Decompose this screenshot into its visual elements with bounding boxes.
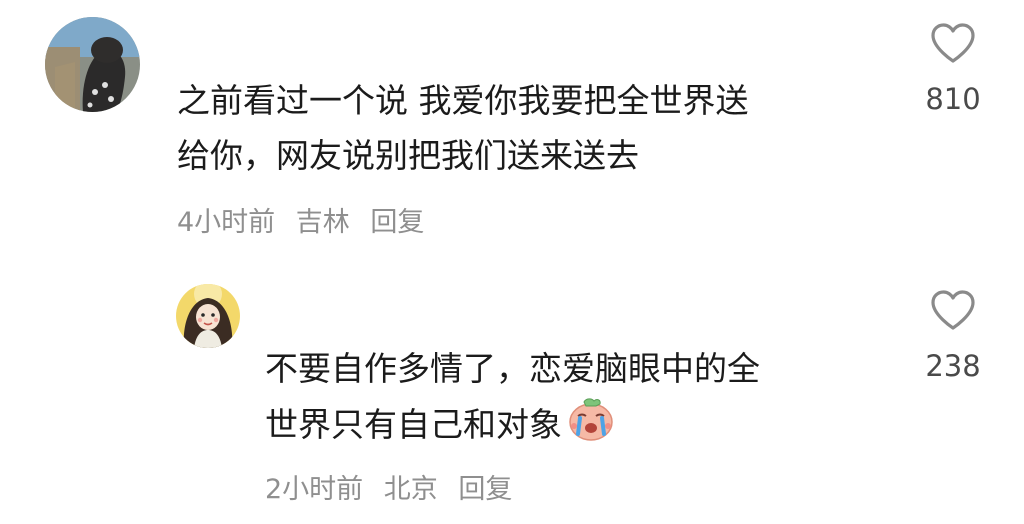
like-block: 238 — [908, 289, 998, 383]
comment-meta: 2小时前 北京 回复 — [265, 474, 524, 506]
heart-outline-icon[interactable] — [930, 22, 976, 64]
like-count: 238 — [925, 349, 981, 383]
comment-time: 4小时前 — [177, 207, 276, 238]
comment-text-line: 给你，网友说别把我们送来送去 — [177, 136, 639, 175]
comment-text-line-2: 世界只有自己和对象 — [265, 405, 562, 444]
like-count: 810 — [925, 82, 981, 116]
comment-text: 不要自作多情了，恋爱脑眼中的全 世界只有自己和对象 — [265, 341, 760, 452]
comment-text-line: 不要自作多情了，恋爱脑眼中的全 — [265, 349, 760, 388]
user-avatar-icon[interactable] — [176, 284, 240, 348]
comment-location: 北京 — [383, 474, 438, 505]
comment-time: 2小时前 — [265, 474, 364, 505]
reply-button[interactable]: 回复 — [370, 207, 424, 238]
comment-meta: 4小时前 吉林 回复 — [177, 207, 436, 239]
user-avatar-icon[interactable] — [45, 17, 140, 112]
crying-face-emoji-icon — [569, 398, 613, 441]
comment-text-line: 之前看过一个说 我爱你我要把全世界送 — [177, 81, 749, 120]
heart-outline-icon[interactable] — [930, 289, 976, 331]
comment-text: 之前看过一个说 我爱你我要把全世界送 给你，网友说别把我们送来送去 — [177, 73, 749, 183]
comment-location: 吉林 — [295, 207, 350, 238]
reply-button[interactable]: 回复 — [458, 474, 512, 505]
comment-text-line: 世界只有自己和对象 — [265, 396, 760, 452]
like-block: 810 — [908, 22, 998, 116]
